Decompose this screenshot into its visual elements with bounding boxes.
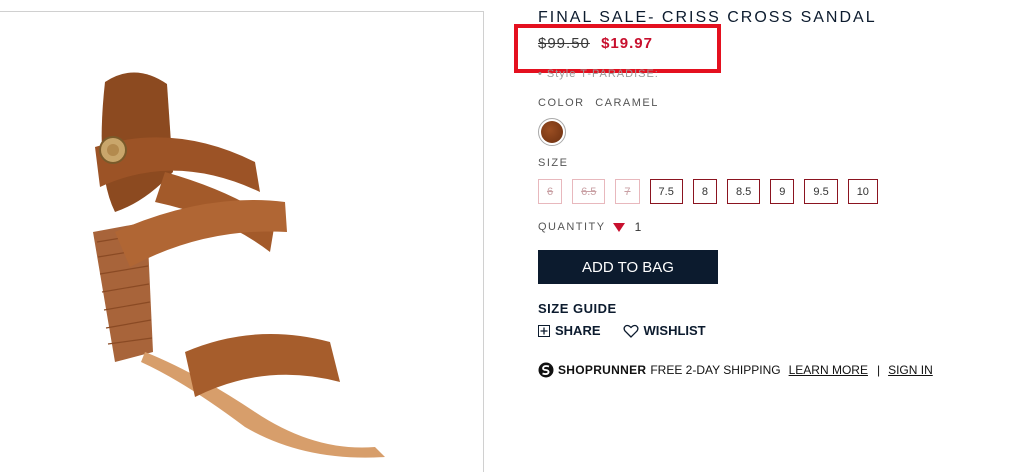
size-option-8[interactable]: 8 <box>692 179 717 204</box>
wishlist-button[interactable]: WISHLIST <box>622 323 706 338</box>
size-option-10[interactable]: 10 <box>847 179 878 204</box>
size-option-7-5[interactable]: 7.5 <box>649 179 683 204</box>
style-number: • Style T-PARADISE: <box>538 68 659 80</box>
add-to-bag-button[interactable]: ADD TO BAG <box>538 250 718 284</box>
quantity-label: QUANTITY <box>538 221 606 233</box>
shoprunner-text: FREE 2-DAY SHIPPING <box>650 363 781 377</box>
size-option-6-5: 6.5 <box>572 179 606 204</box>
color-label: COLOR <box>538 97 585 109</box>
wishlist-label: WISHLIST <box>643 323 706 338</box>
sign-in-link[interactable]: SIGN IN <box>888 363 933 377</box>
size-options: 6 6.5 7 7.5 8 8.5 9 9.5 10 <box>538 179 878 204</box>
size-option-9[interactable]: 9 <box>770 179 795 204</box>
color-swatch-caramel[interactable] <box>538 118 566 146</box>
triangle-down-icon[interactable] <box>612 222 625 232</box>
product-image-panel <box>0 11 484 472</box>
shoprunner-bar: SHOPRUNNER FREE 2-DAY SHIPPING LEARN MOR… <box>538 362 933 378</box>
size-label: SIZE <box>538 157 569 169</box>
quantity-value[interactable]: 1 <box>635 220 643 234</box>
plus-box-icon <box>538 324 550 337</box>
size-option-9-5[interactable]: 9.5 <box>804 179 838 204</box>
sandal-image <box>93 72 385 458</box>
share-label: SHARE <box>555 323 601 338</box>
color-row: COLOR CARAMEL <box>538 97 659 109</box>
shoprunner-brand: SHOPRUNNER <box>558 363 647 377</box>
color-value: CARAMEL <box>595 97 659 109</box>
social-actions: SHARE WISHLIST <box>538 323 706 338</box>
price-highlight-box <box>514 24 721 73</box>
heart-outline-icon <box>622 324 639 338</box>
link-separator: | <box>876 363 881 377</box>
size-option-7: 7 <box>615 179 640 204</box>
learn-more-link[interactable]: LEARN MORE <box>789 363 868 377</box>
shoprunner-s-icon <box>538 362 554 378</box>
share-button[interactable]: SHARE <box>538 323 601 338</box>
quantity-row: QUANTITY 1 <box>538 220 643 234</box>
size-option-8-5[interactable]: 8.5 <box>726 179 761 204</box>
size-guide-link[interactable]: SIZE GUIDE <box>538 301 617 316</box>
swatch-fill <box>541 121 563 143</box>
size-option-6: 6 <box>538 179 563 204</box>
